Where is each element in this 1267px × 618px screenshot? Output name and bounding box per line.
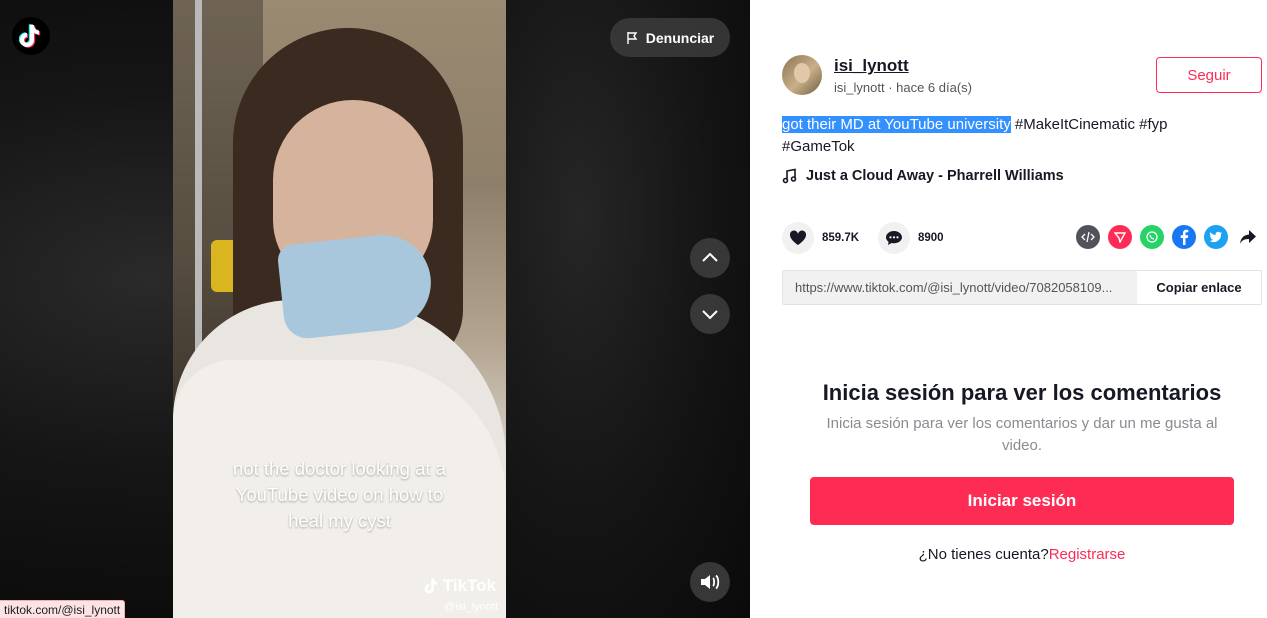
video-description: got their MD at YouTube university #Make… <box>782 114 1252 158</box>
signup-prompt: ¿No tienes cuenta?Registrarse <box>750 546 1267 563</box>
avatar-face <box>794 63 810 83</box>
browser-status-url: tiktok.com/@isi_lynott <box>0 600 126 618</box>
author-username[interactable]: isi_lynott <box>834 56 909 76</box>
chevron-down-icon <box>702 310 718 320</box>
hashtag-gametok[interactable]: #GameTok <box>782 138 855 155</box>
share-arrow-icon[interactable] <box>1236 225 1260 249</box>
comment-stat[interactable]: 8900 <box>878 222 944 254</box>
tiktok-watermark: TikTok <box>424 576 496 596</box>
selected-description-text: got their MD at YouTube university <box>782 116 1011 133</box>
twitter-icon[interactable] <box>1204 225 1228 249</box>
speaker-icon <box>701 574 720 590</box>
video-frame[interactable]: not the doctor looking at a YouTube vide… <box>173 0 506 618</box>
like-count: 859.7K <box>822 232 860 244</box>
like-stat[interactable]: 859.7K <box>782 222 859 254</box>
caption-line: YouTube video on how to <box>235 484 444 505</box>
previous-video-button[interactable] <box>690 238 730 278</box>
tiktok-send-icon[interactable] <box>1108 225 1132 249</box>
embed-icon[interactable] <box>1076 225 1100 249</box>
signup-link[interactable]: Registrarse <box>1049 546 1126 563</box>
caption-line: not the doctor looking at a <box>233 458 446 479</box>
facebook-icon[interactable] <box>1172 225 1196 249</box>
report-button[interactable]: Denunciar <box>610 18 730 57</box>
comment-icon[interactable] <box>878 222 910 254</box>
avatar[interactable] <box>782 55 822 95</box>
tiktok-video-page: not the doctor looking at a YouTube vide… <box>0 0 1267 618</box>
author-subline: isi_lynott · hace 6 día(s) <box>834 80 973 95</box>
report-label: Denunciar <box>645 29 715 46</box>
hashtags-line-1[interactable]: #MakeItCinematic #fyp <box>1011 116 1168 133</box>
whatsapp-icon[interactable] <box>1140 225 1164 249</box>
music-title: Just a Cloud Away - Pharrell Williams <box>806 168 1064 184</box>
next-video-button[interactable] <box>690 294 730 334</box>
login-prompt-subtitle: Inicia sesión para ver los comentarios y… <box>826 415 1218 454</box>
video-link-box: https://www.tiktok.com/@isi_lynott/video… <box>782 270 1262 305</box>
watermark-brand: TikTok <box>442 576 496 595</box>
login-button[interactable]: Iniciar sesión <box>810 477 1234 525</box>
login-prompt-title: Inicia sesión para ver los comentarios <box>822 380 1222 405</box>
tiktok-logo-icon[interactable] <box>12 17 50 55</box>
caption-line: heal my cyst <box>288 510 391 531</box>
follow-button[interactable]: Seguir <box>1156 57 1262 93</box>
tiktok-watermark-icon <box>424 578 438 594</box>
share-icons <box>1076 225 1260 249</box>
comment-count: 8900 <box>918 232 944 244</box>
video-player-area: not the doctor looking at a YouTube vide… <box>0 0 750 618</box>
video-info-panel: isi_lynott isi_lynott · hace 6 día(s) Se… <box>750 0 1267 618</box>
music-note-icon <box>782 168 797 184</box>
heart-icon[interactable] <box>782 222 814 254</box>
watermark-username: @isi_lynott <box>444 601 498 613</box>
chevron-up-icon <box>702 252 718 262</box>
video-link-url[interactable]: https://www.tiktok.com/@isi_lynott/video… <box>783 271 1137 304</box>
video-scene-iv-pole <box>195 0 202 380</box>
music-link[interactable]: Just a Cloud Away - Pharrell Williams <box>782 168 1064 184</box>
signup-prompt-text: ¿No tienes cuenta? <box>918 546 1049 563</box>
copy-link-button[interactable]: Copiar enlace <box>1137 271 1261 304</box>
flag-icon <box>627 31 638 44</box>
video-caption: not the doctor looking at a YouTube vide… <box>173 456 506 534</box>
volume-button[interactable] <box>690 562 730 602</box>
